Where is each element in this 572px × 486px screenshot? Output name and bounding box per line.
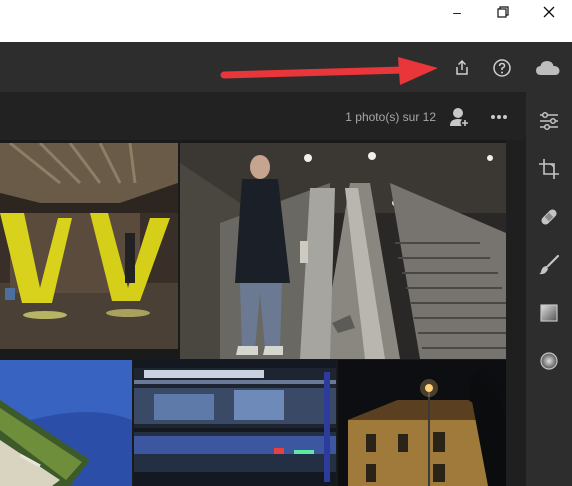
share-button[interactable] xyxy=(449,55,475,81)
cloud-icon xyxy=(536,61,560,75)
photo-man-on-escalator[interactable] xyxy=(180,143,506,359)
close-icon xyxy=(543,6,555,18)
adjust-sliders-icon xyxy=(540,111,558,131)
radial-icon xyxy=(540,352,558,370)
healing-button[interactable] xyxy=(536,204,562,230)
restore-icon xyxy=(497,6,509,18)
photo-grid xyxy=(0,140,506,486)
window-title-bar: – xyxy=(0,0,572,42)
minimize-icon: – xyxy=(453,4,461,20)
crop-icon xyxy=(539,159,559,179)
maximize-button[interactable] xyxy=(480,0,526,24)
grid-scrollbar[interactable] xyxy=(506,140,526,486)
minimize-button[interactable]: – xyxy=(434,0,480,24)
add-person-icon xyxy=(450,108,470,128)
help-icon xyxy=(493,59,511,77)
brush-icon xyxy=(539,254,560,275)
share-icon xyxy=(456,59,468,75)
crop-button[interactable] xyxy=(536,156,562,182)
more-options-button[interactable] xyxy=(486,104,512,130)
edit-button[interactable] xyxy=(536,108,562,134)
edit-panel xyxy=(526,92,572,486)
radial-gradient-button[interactable] xyxy=(536,348,562,374)
more-icon xyxy=(491,115,507,119)
photo-green-bridge-blue[interactable] xyxy=(0,360,132,486)
linear-gradient-button[interactable] xyxy=(536,300,562,326)
brush-button[interactable] xyxy=(536,252,562,278)
close-button[interactable] xyxy=(526,0,572,24)
photo-count: 1 photo(s) sur 12 xyxy=(345,110,436,124)
gradient-icon xyxy=(540,304,558,322)
annotation-arrow xyxy=(220,57,438,85)
help-button[interactable] xyxy=(489,55,515,81)
add-person-button[interactable] xyxy=(447,104,473,130)
cloud-sync-button[interactable] xyxy=(535,55,561,81)
photo-night-building-streetlamp[interactable] xyxy=(338,360,506,486)
heal-icon xyxy=(541,209,557,225)
photo-yellow-v-sculpture[interactable] xyxy=(0,143,178,349)
photo-night-tram-motion[interactable] xyxy=(134,360,336,486)
grid-header: 1 photo(s) sur 12 xyxy=(0,92,526,140)
